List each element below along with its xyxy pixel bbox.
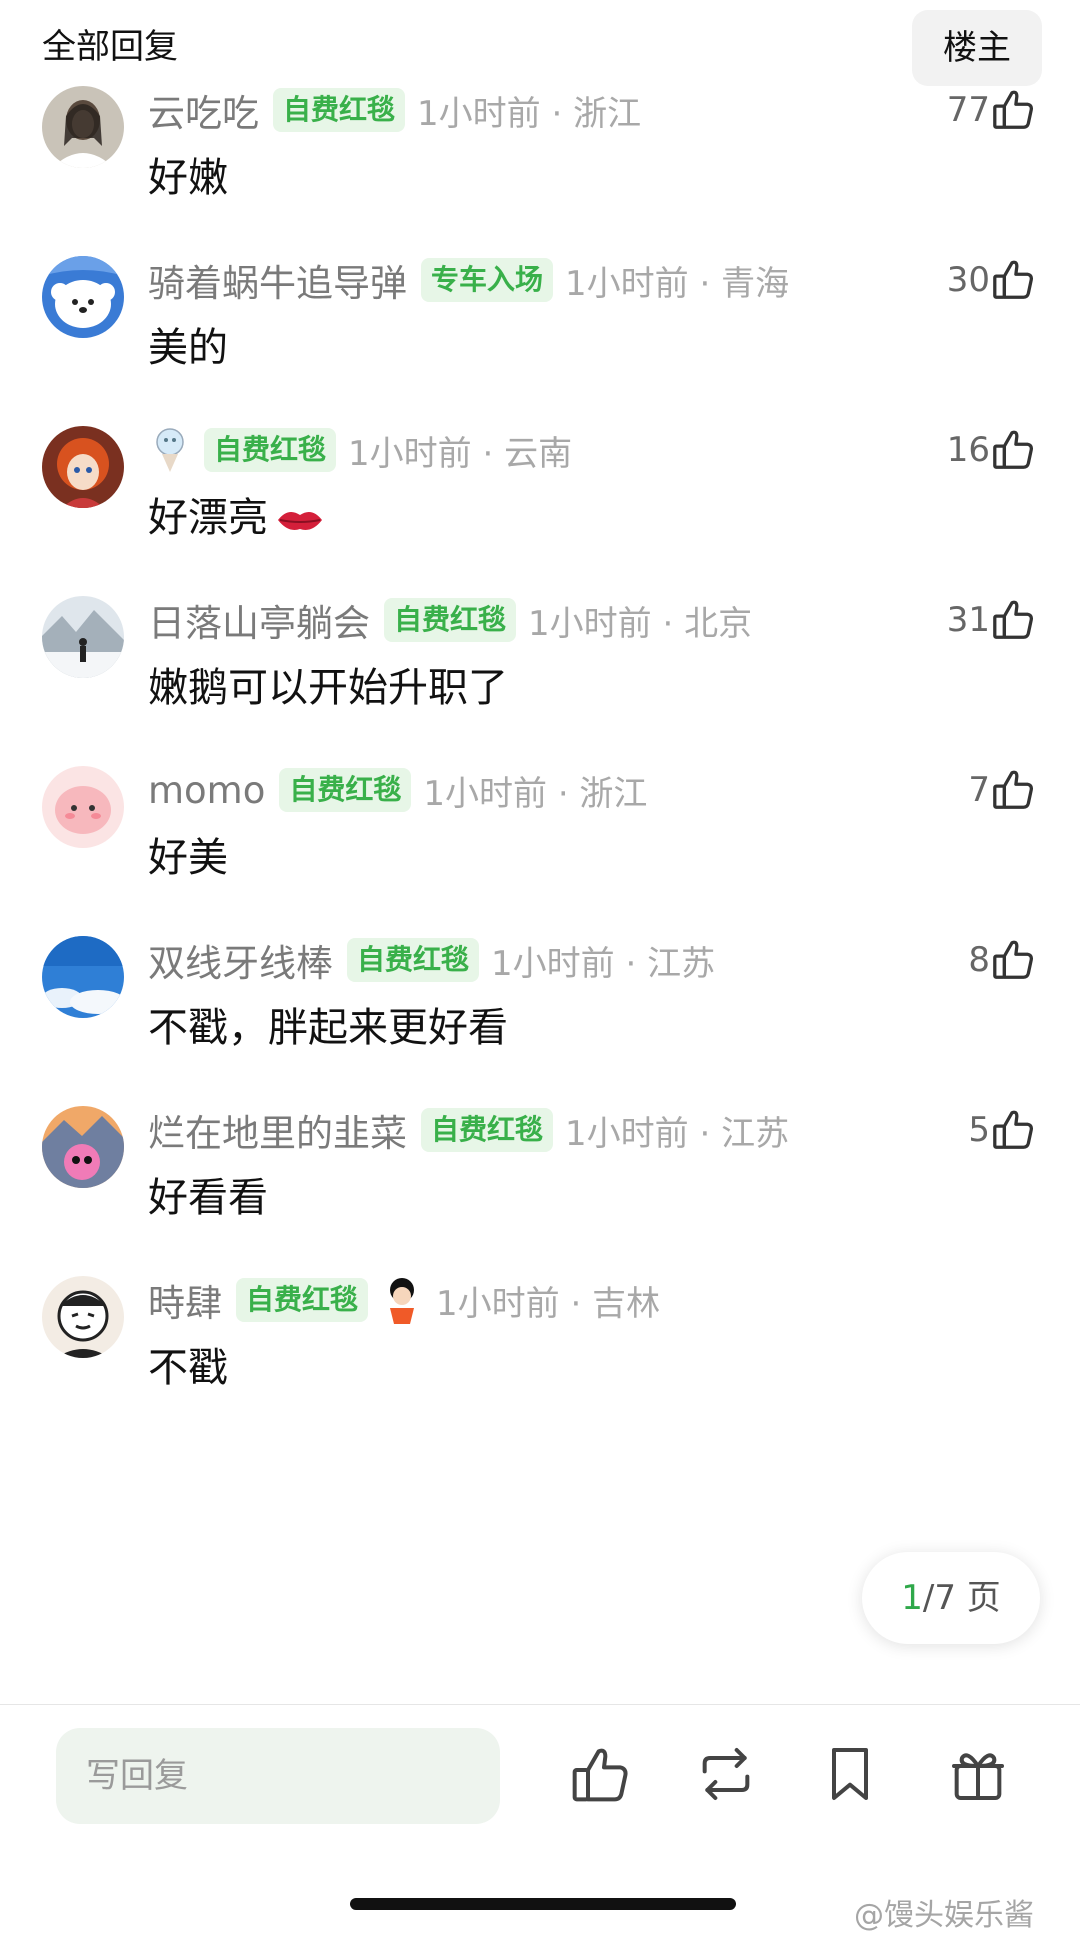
comment-text: 不戳，胖起来更好看 xyxy=(148,1005,508,1051)
timestamp-location: 1小时前 · 江苏 xyxy=(565,1113,790,1154)
timestamp-location: 1小时前 · 吉林 xyxy=(436,1283,661,1324)
avatar[interactable] xyxy=(42,426,124,508)
comment-meta: 烂在地里的韭菜 自费红毯 1小时前 · 江苏 xyxy=(148,1100,789,1160)
thumbs-up-icon[interactable] xyxy=(990,426,1036,472)
character-icon xyxy=(148,424,192,476)
comment-text: 好漂亮 xyxy=(148,490,324,546)
comment-text: 好嫩 xyxy=(148,155,228,201)
like-count: 5 xyxy=(968,1110,990,1150)
badge: 自费红毯 xyxy=(279,768,412,812)
thumbs-up-icon[interactable] xyxy=(990,936,1036,982)
character-icon xyxy=(380,1274,424,1326)
username[interactable]: 双线牙线棒 xyxy=(148,933,333,987)
badge: 自费红毯 xyxy=(236,1278,369,1322)
username[interactable]: momo xyxy=(148,769,265,812)
username[interactable]: 烂在地里的韭菜 xyxy=(148,1103,407,1157)
comment-text: 美的 xyxy=(148,325,228,371)
timestamp-location: 1小时前 · 北京 xyxy=(528,603,753,644)
timestamp-location: 1小时前 · 云南 xyxy=(348,433,573,474)
badge: 自费红毯 xyxy=(204,428,337,472)
username[interactable]: 時肆 xyxy=(148,1273,222,1327)
like-count: 30 xyxy=(946,260,990,300)
bookmark-icon[interactable] xyxy=(818,1742,882,1806)
username[interactable]: 云吃吃 xyxy=(148,83,259,137)
thumbs-up-icon[interactable] xyxy=(990,256,1036,302)
badge: 自费红毯 xyxy=(273,88,406,132)
comment-text: 好美 xyxy=(148,835,228,881)
divider xyxy=(0,1704,1080,1705)
like-count: 16 xyxy=(946,430,990,470)
comment-text-content: 好漂亮 xyxy=(148,495,268,541)
page-current: 1 xyxy=(901,1578,923,1618)
timestamp-location: 1小时前 · 青海 xyxy=(565,263,790,304)
username[interactable]: 日落山亭躺会 xyxy=(148,593,370,647)
timestamp-location: 1小时前 · 浙江 xyxy=(423,773,648,814)
thumbs-up-icon[interactable] xyxy=(990,86,1036,132)
thumbs-up-icon[interactable] xyxy=(568,1742,632,1806)
comment-text: 不戳 xyxy=(148,1345,228,1391)
kiss-lips-icon xyxy=(278,511,322,530)
home-indicator xyxy=(350,1898,736,1910)
pagination-indicator[interactable]: 1/7 页 xyxy=(862,1552,1040,1644)
like-count: 7 xyxy=(968,770,990,810)
comment-text: 嫩鹅可以开始升职了 xyxy=(148,665,508,711)
avatar[interactable] xyxy=(42,766,124,848)
avatar[interactable] xyxy=(42,936,124,1018)
badge: 自费红毯 xyxy=(347,938,480,982)
timestamp-location: 1小时前 · 江苏 xyxy=(491,943,716,984)
comment-meta: 骑着蜗牛追导弹 专车入场 1小时前 · 青海 xyxy=(148,250,789,310)
comment-item: 時肆 自费红毯 1小时前 · 吉林 不戳 xyxy=(0,1270,1080,1470)
repost-icon[interactable] xyxy=(694,1742,758,1806)
comment-text: 好看看 xyxy=(148,1175,268,1221)
thumbs-up-icon[interactable] xyxy=(990,596,1036,642)
avatar[interactable] xyxy=(42,1106,124,1188)
reply-input[interactable]: 写回复 xyxy=(56,1728,500,1824)
comment-meta: 云吃吃 自费红毯 1小时前 · 浙江 xyxy=(148,80,641,140)
avatar[interactable] xyxy=(42,1276,124,1358)
owner-filter-button[interactable]: 楼主 xyxy=(912,10,1042,86)
thumbs-up-icon[interactable] xyxy=(990,766,1036,812)
watermark: @馒头娱乐酱 xyxy=(854,1898,1034,1933)
page-title: 全部回复 xyxy=(42,27,178,67)
badge: 自费红毯 xyxy=(384,598,517,642)
like-count: 77 xyxy=(946,90,990,130)
page-total: /7 页 xyxy=(922,1578,1001,1618)
avatar[interactable] xyxy=(42,86,124,168)
avatar[interactable] xyxy=(42,596,124,678)
like-count: 8 xyxy=(968,940,990,980)
timestamp-location: 1小时前 · 浙江 xyxy=(417,93,642,134)
username[interactable]: 骑着蜗牛追导弹 xyxy=(148,253,407,307)
comment-meta: momo 自费红毯 1小时前 · 浙江 xyxy=(148,760,647,820)
avatar[interactable] xyxy=(42,256,124,338)
comment-meta: 自费红毯 1小时前 · 云南 xyxy=(148,420,572,480)
comment-meta: 日落山亭躺会 自费红毯 1小时前 · 北京 xyxy=(148,590,752,650)
thumbs-up-icon[interactable] xyxy=(990,1106,1036,1152)
comment-meta: 双线牙线棒 自费红毯 1小时前 · 江苏 xyxy=(148,930,715,990)
like-count: 31 xyxy=(946,600,990,640)
badge: 专车入场 xyxy=(421,258,554,302)
comment-meta: 時肆 自费红毯 1小时前 · 吉林 xyxy=(148,1270,660,1330)
gift-icon[interactable] xyxy=(946,1742,1010,1806)
badge: 自费红毯 xyxy=(421,1108,554,1152)
